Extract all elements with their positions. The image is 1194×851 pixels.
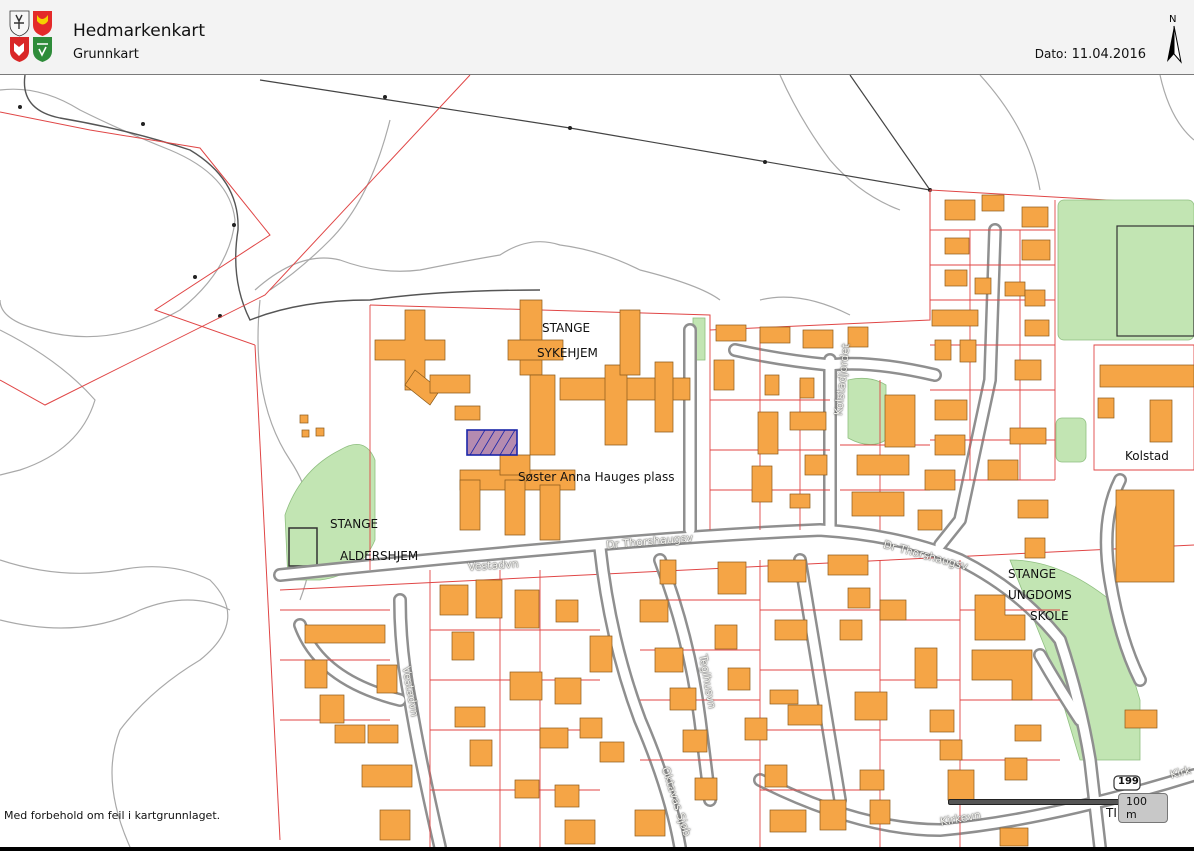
north-letter: N — [1169, 14, 1176, 25]
label-skole-3: SKOLE — [1030, 609, 1069, 623]
bottom-border — [0, 847, 1194, 851]
label-skole-2: UNGDOMS — [1008, 588, 1072, 602]
label-sykehjem-2: SYKEHJEM — [537, 346, 598, 360]
north-arrow-icon: N — [1167, 14, 1182, 64]
map-header: Hedmarkenkart Grunnkart Dato: 11.04.2016… — [0, 0, 1194, 75]
date-value: 11.04.2016 — [1071, 47, 1146, 62]
map-type-subtitle: Grunnkart — [73, 47, 139, 62]
disclaimer-text: Med forbehold om feil i kartgrunnlaget. — [4, 809, 221, 822]
scale-bar: 100 m — [948, 793, 1168, 823]
label-aldershjem-2: ALDERSHJEM — [340, 549, 419, 563]
scale-bar-line — [948, 799, 1120, 805]
date-label: Dato: — [1034, 47, 1068, 61]
label-sykehjem-1: STANGE — [542, 321, 591, 335]
label-road-199: 199 — [1118, 776, 1139, 787]
map-canvas[interactable]: STANGE SYKEHJEM Søster Anna Hauges plass… — [0, 75, 1194, 847]
power-line — [259, 75, 931, 191]
map-drawing — [0, 75, 1194, 847]
label-anna-hauges-plass: Søster Anna Hauges plass — [518, 470, 675, 484]
scale-bar-label: 100 m — [1118, 793, 1168, 823]
power-line-poles — [18, 95, 932, 318]
label-skole-1: STANGE — [1008, 567, 1057, 581]
map-date: Dato: 11.04.2016 — [1035, 47, 1146, 62]
label-aldershjem-1: STANGE — [330, 517, 379, 531]
app-title: Hedmarkenkart — [73, 21, 206, 41]
label-kolstad: Kolstad — [1125, 449, 1169, 463]
municipality-crests-logo — [9, 10, 52, 62]
